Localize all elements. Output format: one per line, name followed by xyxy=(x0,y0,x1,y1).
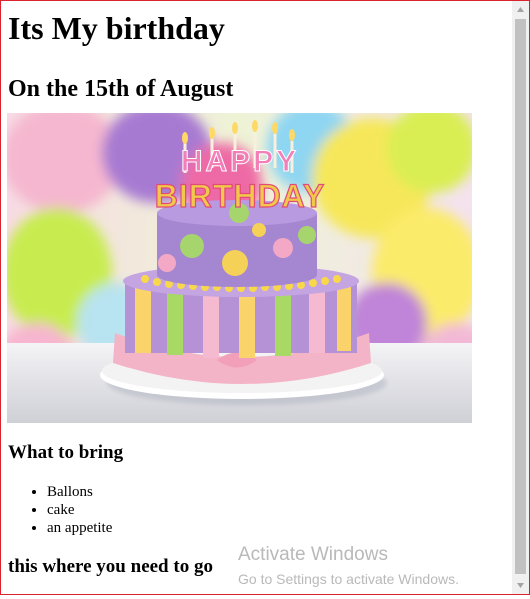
activate-windows-watermark: Activate Windows Go to Settings to activ… xyxy=(238,543,459,588)
watermark-subtitle: Go to Settings to activate Windows. xyxy=(238,571,459,587)
where-to-go-heading: this where you need to go xyxy=(8,556,213,577)
what-to-bring-heading: What to bring xyxy=(8,442,124,463)
page-content: Its My birthday On the 15th of August xyxy=(8,0,508,103)
list-item: cake xyxy=(47,501,112,519)
triangle-down-icon[interactable] xyxy=(512,577,529,594)
page-title: Its My birthday xyxy=(8,10,225,46)
vertical-scrollbar[interactable] xyxy=(512,1,529,594)
birthday-cake-image: HAPPY BIRTHDAY xyxy=(7,113,472,423)
scrollbar-thumb[interactable] xyxy=(515,19,526,574)
triangle-up-icon[interactable] xyxy=(512,1,529,18)
list-item: Ballons xyxy=(47,483,112,501)
cake-topper-birthday: BIRTHDAY xyxy=(155,178,325,214)
bring-list: Ballons cake an appetite xyxy=(8,483,112,537)
watermark-title: Activate Windows xyxy=(238,544,388,565)
cake-topper-happy: HAPPY xyxy=(181,145,299,178)
list-item: an appetite xyxy=(47,519,112,537)
date-heading: On the 15th of August xyxy=(8,76,234,102)
